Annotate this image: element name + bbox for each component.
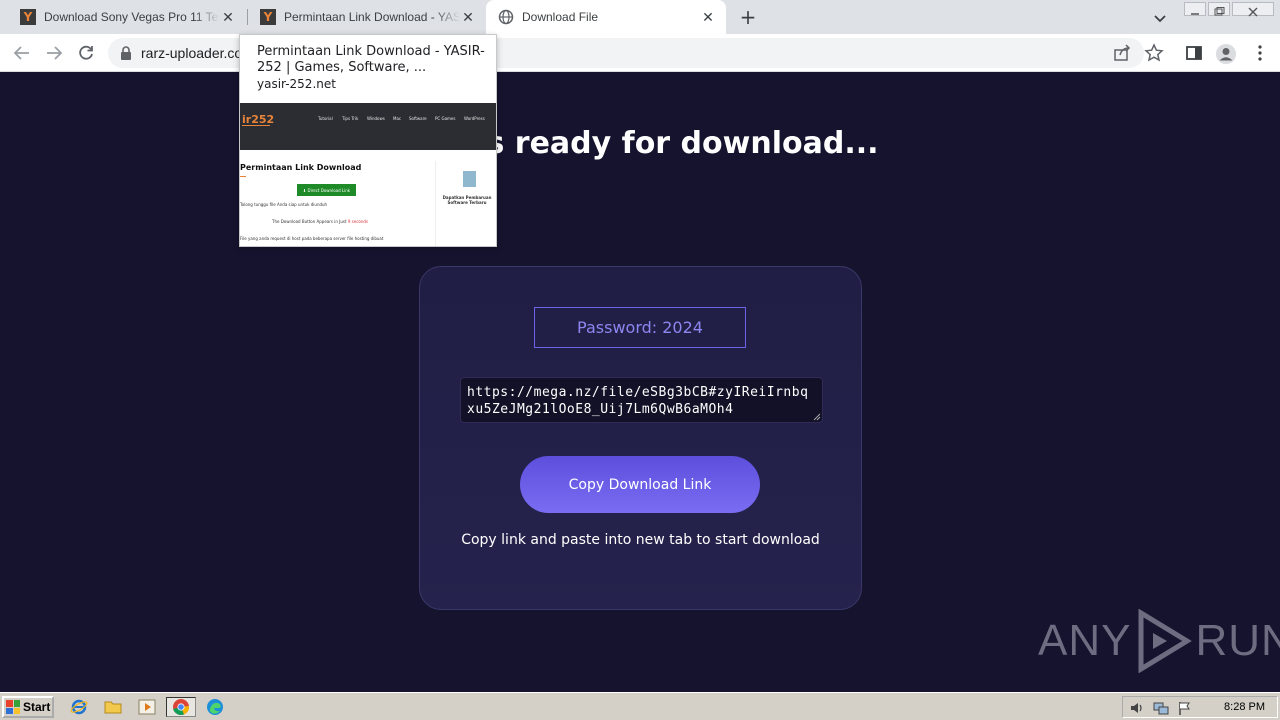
minimize-button[interactable] xyxy=(1184,2,1206,16)
resize-handle-icon[interactable] xyxy=(813,413,821,421)
tab-strip: Y Download Sony Vegas Pro 11 Terbaru ✕ Y… xyxy=(0,0,1280,34)
tab-search-icon[interactable] xyxy=(1150,8,1170,28)
media-player-icon[interactable] xyxy=(136,697,158,717)
thumb-header: ir252 Tutorial Tips Trik Windows Mac Sof… xyxy=(240,103,496,150)
thumb-nav-item: PC Games xyxy=(435,116,456,121)
url-text: rarz-uploader.co xyxy=(141,45,243,61)
thumb-nav-item: Software xyxy=(409,116,427,121)
download-link-text: https://mega.nz/file/eSBg3bCB#zyIReiIrnb… xyxy=(467,385,809,417)
browser-toolbar: rarz-uploader.co xyxy=(0,34,1280,72)
thumb-nav-item: WordPress xyxy=(464,116,485,121)
lock-icon[interactable] xyxy=(120,45,132,65)
yasir-logo-icon: Y xyxy=(260,9,276,25)
password-label: Password: 2024 xyxy=(534,307,746,348)
download-link-textarea[interactable]: https://mega.nz/file/eSBg3bCB#zyIReiIrnb… xyxy=(460,377,823,423)
back-arrow-icon[interactable] xyxy=(10,41,34,65)
tab-download-file[interactable]: Download File ✕ xyxy=(486,0,726,34)
share-icon[interactable] xyxy=(1112,43,1132,63)
thumb-nav-item: Windows xyxy=(367,116,385,121)
thumb-download-button: ⬇ Direct Download Link xyxy=(297,184,356,196)
thumb-side-title: Dapatkan Pembaruan Software Terbaru xyxy=(442,195,492,205)
tab-title: Download Sony Vegas Pro 11 Terbaru xyxy=(44,10,220,24)
network-icon[interactable] xyxy=(1153,700,1169,720)
forward-arrow-icon[interactable] xyxy=(42,41,66,65)
preview-thumbnail: ir252 Tutorial Tips Trik Windows Mac Sof… xyxy=(240,103,496,246)
tab-sony-vegas[interactable]: Y Download Sony Vegas Pro 11 Terbaru ✕ xyxy=(0,0,246,34)
thumb-nav-item: Tips Trik xyxy=(342,116,359,121)
windows-logo-icon xyxy=(6,700,20,714)
taskbar-clock: 8:28 PM xyxy=(1224,701,1265,713)
start-button[interactable]: Start xyxy=(2,696,54,718)
thumb-nav-item: Mac xyxy=(393,116,402,121)
thumb-text: The Download Button Appears in Just 9 se… xyxy=(272,219,368,224)
watermark-left: ANY xyxy=(1038,616,1132,665)
tab-permintaan[interactable]: Y Permintaan Link Download - YASIR-252 ✕ xyxy=(240,0,486,34)
profile-avatar-icon[interactable] xyxy=(1215,43,1236,64)
folder-icon[interactable] xyxy=(102,697,124,717)
copy-download-link-button[interactable]: Copy Download Link xyxy=(520,456,760,513)
start-label: Start xyxy=(23,700,51,714)
thumb-sidebar: Dapatkan Pembaruan Software Terbaru xyxy=(435,161,495,246)
preview-title: Permintaan Link Download - YASIR-252 | G… xyxy=(257,44,485,75)
close-icon[interactable]: ✕ xyxy=(700,9,716,25)
thumb-heading: Permintaan Link Download xyxy=(240,163,362,172)
system-tray: 8:28 PM xyxy=(1122,696,1278,718)
watermark-right: RUN xyxy=(1195,616,1280,665)
ie-icon[interactable] xyxy=(68,697,90,717)
download-card: Password: 2024 https://mega.nz/file/eSBg… xyxy=(419,266,862,610)
page-headline: s ready for download... xyxy=(486,126,879,161)
tab-title: Permintaan Link Download - YASIR-252 xyxy=(284,10,460,24)
copy-hint-text: Copy link and paste into new tab to star… xyxy=(461,532,820,548)
thumb-text: Tolong tunggu file Anda siap untuk diund… xyxy=(240,202,328,207)
action-center-flag-icon[interactable] xyxy=(1177,700,1193,720)
tab-title: Download File xyxy=(522,10,599,24)
restore-button[interactable] xyxy=(1208,2,1230,16)
new-tab-button[interactable]: + xyxy=(736,5,760,29)
chrome-icon[interactable] xyxy=(166,697,196,717)
bookmark-star-icon[interactable] xyxy=(1144,43,1164,63)
play-triangle-icon xyxy=(1138,609,1193,673)
volume-icon[interactable] xyxy=(1129,700,1145,720)
edge-icon[interactable] xyxy=(204,697,226,717)
close-icon[interactable]: ✕ xyxy=(220,9,236,25)
page-content: s ready for download... Password: 2024 h… xyxy=(0,72,1280,692)
close-window-button[interactable] xyxy=(1232,2,1274,17)
thumb-avatar xyxy=(463,171,476,187)
preview-domain: yasir-252.net xyxy=(257,77,336,91)
yasir-logo-icon: Y xyxy=(20,9,36,25)
side-panel-icon[interactable] xyxy=(1184,43,1204,63)
taskbar: Start 8:28 PM xyxy=(0,692,1280,720)
globe-icon xyxy=(498,9,514,25)
reload-icon[interactable] xyxy=(74,41,98,65)
anyrun-watermark: ANY RUN xyxy=(1038,609,1280,673)
thumb-nav-item: Tutorial xyxy=(318,116,333,121)
menu-dots-icon[interactable] xyxy=(1250,43,1270,63)
tab-hover-preview: Permintaan Link Download - YASIR-252 | G… xyxy=(239,34,497,247)
thumb-text: File yang anda request di host pada bebe… xyxy=(240,236,384,241)
close-icon[interactable]: ✕ xyxy=(460,9,476,25)
